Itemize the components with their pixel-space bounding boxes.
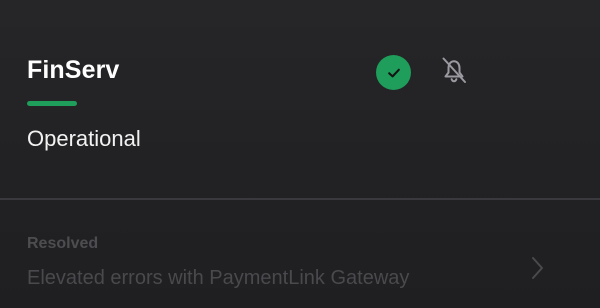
chevron-right-icon [528, 254, 548, 282]
incident-title: Elevated errors with PaymentLink Gateway [27, 267, 410, 289]
bell-off-icon[interactable] [437, 53, 471, 87]
incident-list-item[interactable]: Resolved Elevated errors with PaymentLin… [0, 200, 600, 308]
status-accent-bar [27, 101, 77, 106]
service-status-card: FinServ Operational Resolved Elevated er… [0, 0, 600, 308]
service-name: FinServ [27, 56, 120, 84]
service-status-text: Operational [27, 126, 141, 151]
incident-status-label: Resolved [27, 235, 99, 252]
check-circle-icon [376, 55, 411, 90]
